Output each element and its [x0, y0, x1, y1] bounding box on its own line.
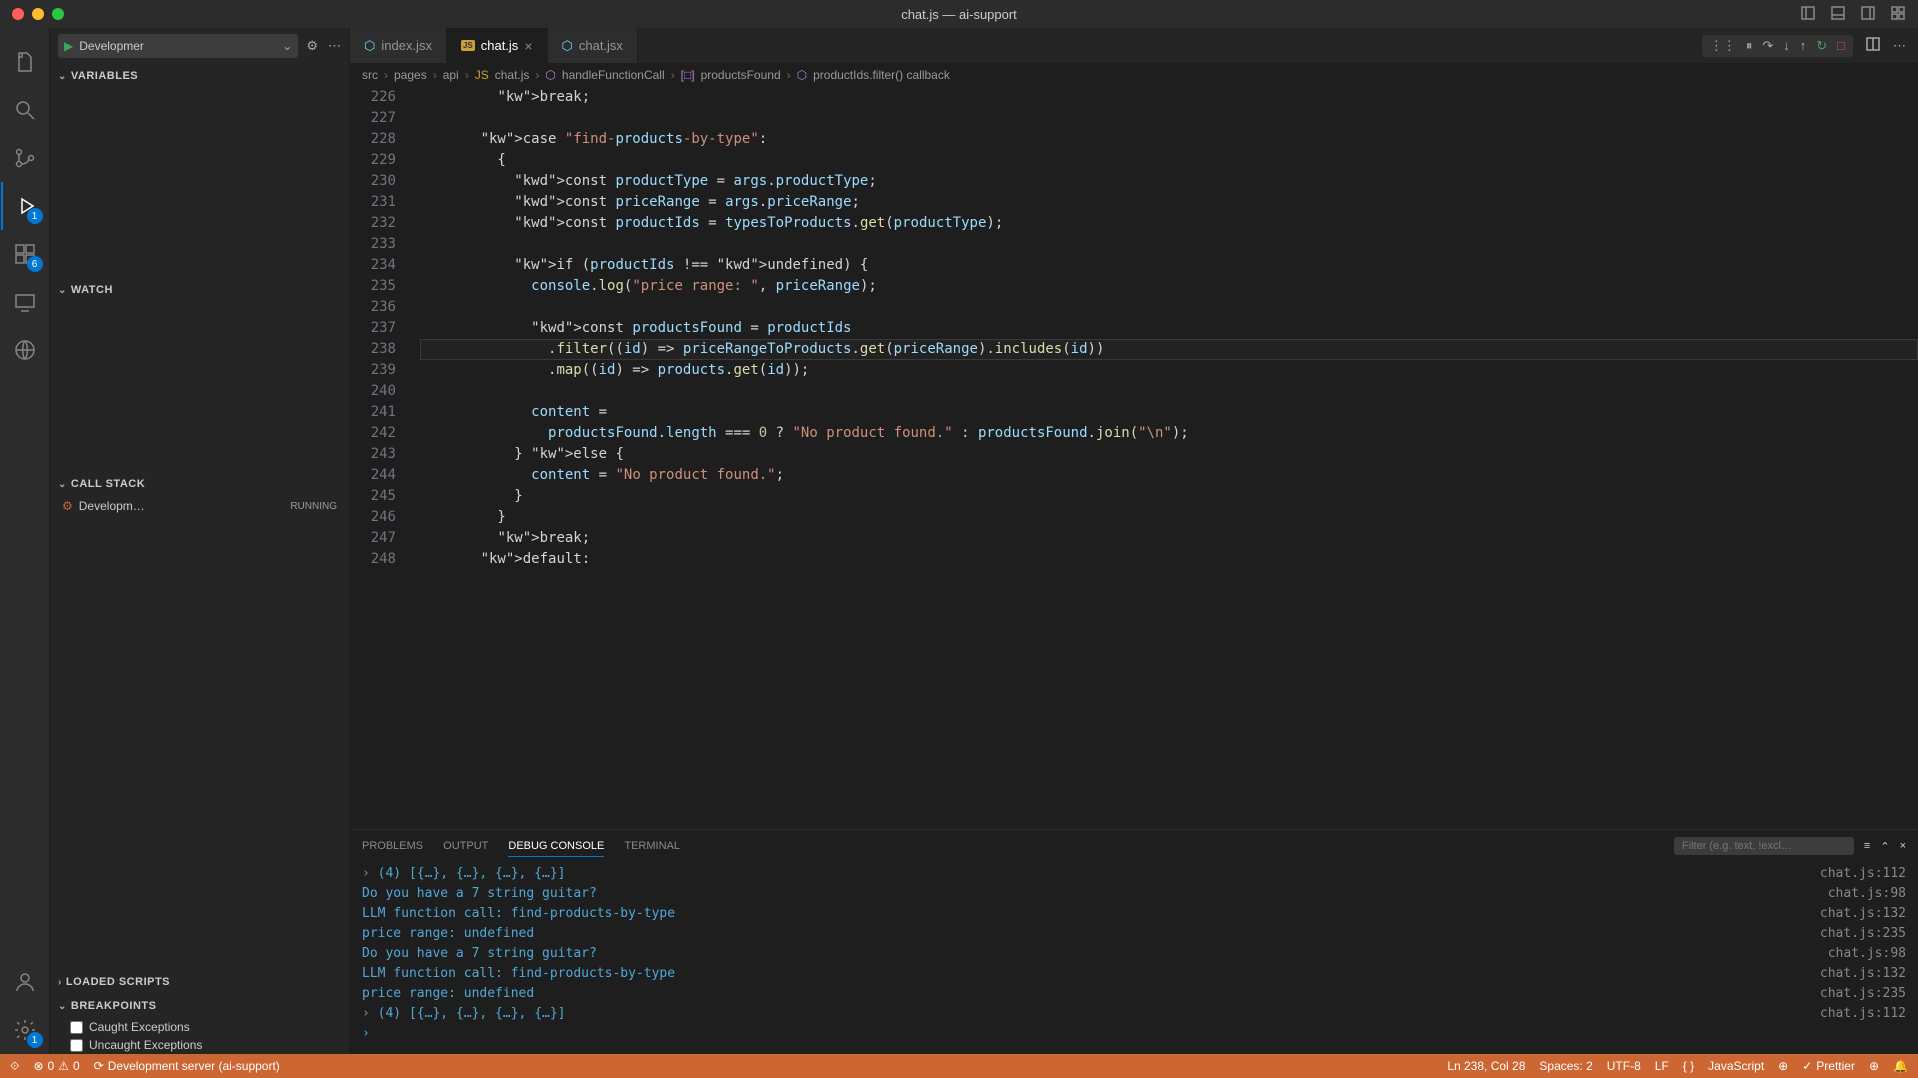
title-layout-icons — [1800, 5, 1906, 24]
indent-status[interactable]: Spaces: 2 — [1539, 1059, 1592, 1073]
caught-exceptions-checkbox[interactable]: Caught Exceptions — [50, 1018, 349, 1036]
run-config-dropdown[interactable]: ▶ Developmer ⌄ — [58, 34, 298, 58]
console-source-link[interactable]: chat.js:132 — [1820, 904, 1906, 924]
uncaught-exceptions-checkbox[interactable]: Uncaught Exceptions — [50, 1036, 349, 1054]
step-over-icon[interactable]: ↷ — [1762, 38, 1773, 54]
console-source-link[interactable]: chat.js:112 — [1820, 864, 1906, 884]
panel-right-icon[interactable] — [1860, 5, 1876, 24]
remote-icon[interactable] — [1, 278, 49, 326]
prettier-status[interactable]: ✓Prettier — [1802, 1059, 1855, 1073]
console-filter-input[interactable] — [1674, 837, 1854, 855]
layout-icon[interactable] — [1890, 5, 1906, 24]
console-source-link[interactable]: chat.js:98 — [1828, 944, 1906, 964]
console-source-link[interactable]: chat.js:235 — [1820, 984, 1906, 1004]
step-into-icon[interactable]: ↓ — [1783, 38, 1790, 54]
titlebar: chat.js — ai-support — [0, 0, 1918, 28]
account-icon[interactable] — [1, 958, 49, 1006]
gear-badge: 1 — [27, 1032, 43, 1048]
bottom-panel: PROBLEMS OUTPUT DEBUG CONSOLE TERMINAL ≡… — [350, 829, 1918, 1054]
breadcrumbs[interactable]: src› pages› api› JS chat.js› ⬡handleFunc… — [350, 63, 1918, 87]
task-status[interactable]: ⟳Development server (ai-support) — [94, 1059, 280, 1073]
code-content[interactable]: "kw">break; "kw">case "find-products-by-… — [420, 87, 1918, 829]
panel-tab-output[interactable]: OUTPUT — [443, 836, 488, 856]
breakpoints-header[interactable]: ⌄BREAKPOINTS — [50, 994, 349, 1018]
chevron-up-icon[interactable]: ⌃ — [1880, 840, 1889, 853]
debug-toolbar: ⋮⋮ ⏸ ↷ ↓ ↑ ↻ □ — [1702, 35, 1853, 57]
cursor-position[interactable]: Ln 238, Col 28 — [1447, 1059, 1525, 1073]
editor-tabs: ⬡ index.jsx JS chat.js × ⬡ chat.jsx ⋮⋮ ⏸… — [350, 28, 1918, 63]
js-icon: JS — [461, 40, 475, 51]
panel-tab-terminal[interactable]: TERMINAL — [624, 836, 680, 856]
console-input-prompt[interactable]: › — [362, 1024, 1906, 1044]
run-debug-icon[interactable]: 1 — [1, 182, 49, 230]
language-status[interactable]: JavaScript — [1708, 1059, 1764, 1073]
callstack-row[interactable]: ⚙ Developm… RUNNING — [50, 496, 349, 516]
running-status: RUNNING — [290, 501, 337, 512]
minimize-window[interactable] — [32, 8, 44, 20]
react-icon: ⬡ — [364, 38, 375, 54]
tab-chat-jsx[interactable]: ⬡ chat.jsx — [548, 28, 638, 63]
explorer-icon[interactable] — [1, 38, 49, 86]
stop-icon[interactable]: □ — [1837, 38, 1845, 54]
tab-chat-js[interactable]: JS chat.js × — [447, 28, 548, 63]
panel-left-icon[interactable] — [1800, 5, 1816, 24]
restart-icon[interactable]: ↻ — [1816, 38, 1827, 54]
window-title: chat.js — ai-support — [901, 7, 1017, 22]
source-control-icon[interactable] — [1, 134, 49, 182]
debug-sidebar: ▶ Developmer ⌄ ⚙ ⋯ ⌄VARIABLES ⌄WATCH ⌄CA… — [50, 28, 350, 1054]
code-editor[interactable]: 2262272282292302312322332342352362372382… — [350, 87, 1918, 829]
loaded-scripts-header[interactable]: ›LOADED SCRIPTS — [50, 970, 349, 994]
step-out-icon[interactable]: ↑ — [1800, 38, 1807, 54]
feedback-icon[interactable]: ⊕ — [1869, 1059, 1879, 1073]
split-editor-icon[interactable] — [1865, 36, 1881, 55]
variables-header[interactable]: ⌄VARIABLES — [50, 64, 349, 88]
watch-header[interactable]: ⌄WATCH — [50, 278, 349, 302]
close-panel-icon[interactable]: × — [1900, 840, 1906, 852]
maximize-window[interactable] — [52, 8, 64, 20]
panel-bottom-icon[interactable] — [1830, 5, 1846, 24]
panel-tab-problems[interactable]: PROBLEMS — [362, 836, 423, 856]
line-gutter: 2262272282292302312322332342352362372382… — [350, 87, 420, 829]
panel-tab-debug-console[interactable]: DEBUG CONSOLE — [508, 836, 604, 857]
callstack-header[interactable]: ⌄CALL STACK — [50, 472, 349, 496]
errors-status[interactable]: ⊗0⚠0 — [33, 1059, 79, 1073]
checkbox[interactable] — [70, 1039, 83, 1052]
console-source-link[interactable]: chat.js:132 — [1820, 964, 1906, 984]
bell-icon[interactable]: 🔔 — [1893, 1059, 1908, 1073]
drag-handle-icon[interactable]: ⋮⋮ — [1710, 38, 1736, 54]
run-config-label: Developmer — [79, 39, 144, 53]
more-actions-icon[interactable]: ⋯ — [1893, 38, 1906, 54]
bug-icon: ⚙ — [62, 499, 73, 513]
copilot-icon[interactable]: ⊕ — [1778, 1059, 1788, 1073]
chevron-down-icon: ⌄ — [282, 39, 292, 53]
console-source-link[interactable]: chat.js:112 — [1820, 1004, 1906, 1024]
browser-icon[interactable] — [1, 326, 49, 374]
more-icon[interactable]: ⋯ — [328, 38, 341, 54]
tab-index-jsx[interactable]: ⬡ index.jsx — [350, 28, 447, 63]
activity-bar: 1 6 1 — [0, 28, 50, 1054]
traffic-lights — [12, 8, 64, 20]
remote-status[interactable]: ⟐ — [10, 1059, 19, 1074]
debug-badge: 1 — [27, 208, 43, 224]
gear-icon[interactable]: 1 — [1, 1006, 49, 1054]
close-tab-icon[interactable]: × — [524, 38, 532, 54]
status-bar: ⟐ ⊗0⚠0 ⟳Development server (ai-support) … — [0, 1054, 1918, 1078]
console-source-link[interactable]: chat.js:235 — [1820, 924, 1906, 944]
start-debug-icon[interactable]: ▶ — [64, 39, 73, 53]
console-source-link[interactable]: chat.js:98 — [1828, 884, 1906, 904]
close-window[interactable] — [12, 8, 24, 20]
extensions-icon[interactable]: 6 — [1, 230, 49, 278]
pause-icon[interactable]: ⏸ — [1746, 38, 1753, 54]
react-icon: ⬡ — [562, 38, 573, 54]
editor-area: ⬡ index.jsx JS chat.js × ⬡ chat.jsx ⋮⋮ ⏸… — [350, 28, 1918, 1054]
view-mode-icon[interactable]: ≡ — [1864, 840, 1870, 852]
braces-icon[interactable]: { } — [1683, 1059, 1694, 1073]
extensions-badge: 6 — [27, 256, 43, 272]
search-icon[interactable] — [1, 86, 49, 134]
gear-config-icon[interactable]: ⚙ — [306, 38, 318, 54]
encoding-status[interactable]: UTF-8 — [1607, 1059, 1641, 1073]
eol-status[interactable]: LF — [1655, 1059, 1669, 1073]
checkbox[interactable] — [70, 1021, 83, 1034]
debug-console-output[interactable]: › (4) [{…}, {…}, {…}, {…}]chat.js:112 Do… — [350, 862, 1918, 1054]
